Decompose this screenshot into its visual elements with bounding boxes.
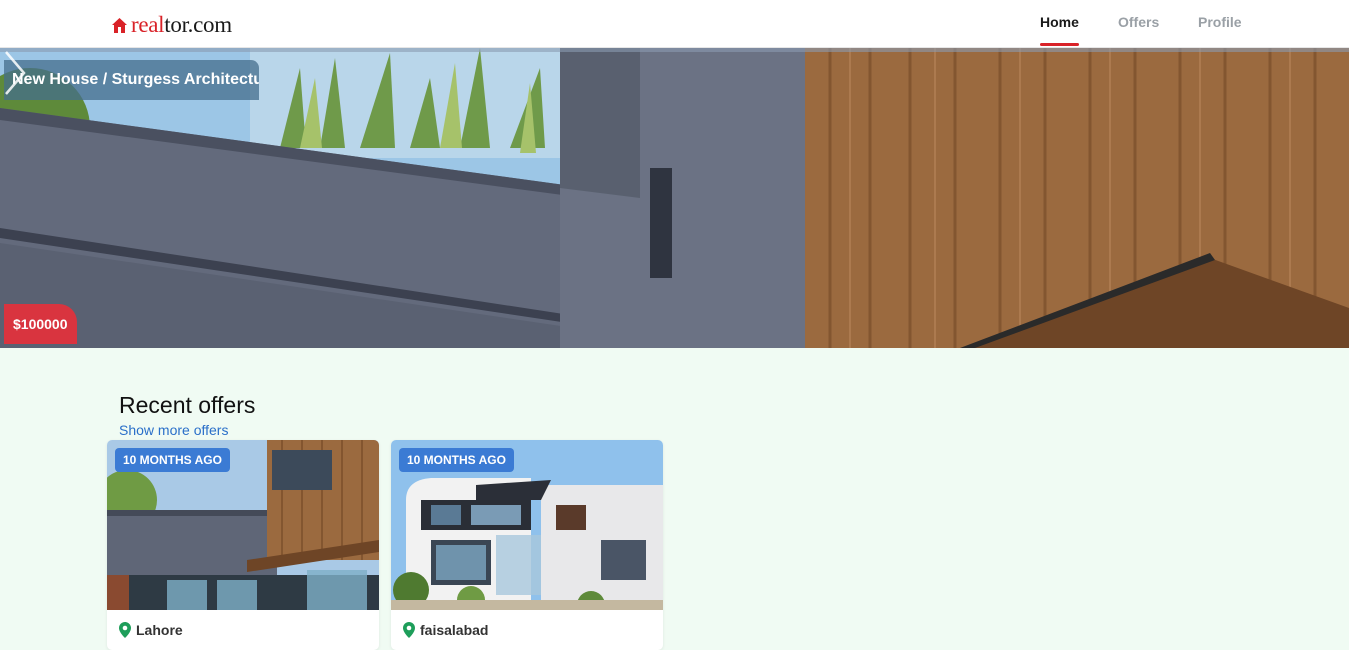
show-more-offers-link[interactable]: Show more offers (119, 422, 228, 438)
offer-card-time-badge: 10 MONTHS AGO (399, 448, 514, 472)
brand-logo[interactable]: real tor.com (111, 12, 232, 38)
map-pin-icon (119, 622, 131, 638)
map-pin-icon (403, 622, 415, 638)
top-navbar: real tor.com Home Offers Profile (0, 0, 1349, 48)
hero-carousel[interactable]: New House / Sturgess Architectu $100000 (0, 48, 1349, 348)
house-icon (112, 17, 127, 33)
nav-active-indicator (1040, 43, 1079, 46)
hero-title: New House / Sturgess Architectu (4, 60, 259, 100)
section-title-recent-offers: Recent offers (119, 392, 256, 418)
offer-card-location: Lahore (119, 622, 183, 638)
brand-name-part1: real (131, 12, 165, 37)
chevron-right-icon[interactable] (0, 48, 30, 98)
offer-card[interactable]: 10 MONTHS AGO Lahore (107, 440, 379, 650)
brand-name-part2: tor.com (164, 12, 232, 37)
nav-home[interactable]: Home (1040, 14, 1079, 30)
offer-card-location: faisalabad (403, 622, 488, 638)
offer-card-location-label: Lahore (136, 622, 183, 638)
offer-card-location-label: faisalabad (420, 622, 489, 638)
nav-profile[interactable]: Profile (1198, 14, 1242, 30)
offer-card[interactable]: 10 MONTHS AGO faisalabad (391, 440, 663, 650)
nav-offers[interactable]: Offers (1118, 14, 1159, 30)
hero-price-badge: $100000 (4, 304, 77, 344)
offer-card-time-badge: 10 MONTHS AGO (115, 448, 230, 472)
